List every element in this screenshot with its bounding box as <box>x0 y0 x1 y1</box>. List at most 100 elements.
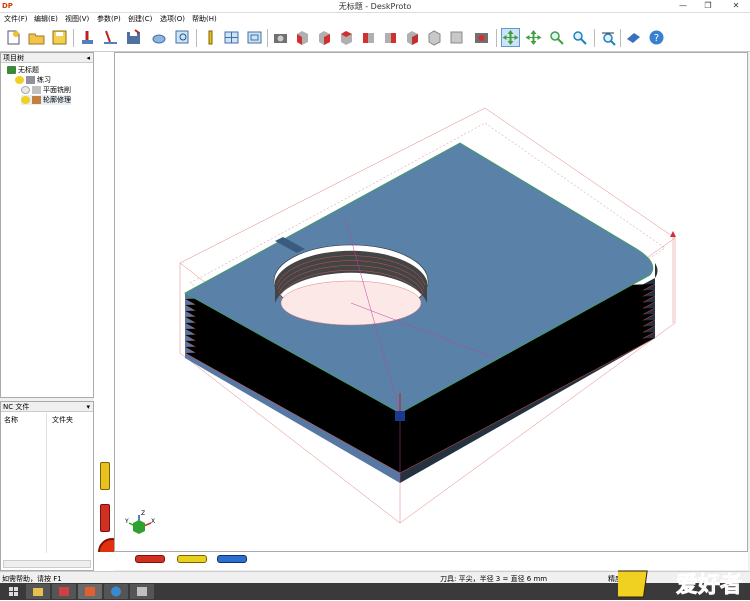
maximize-button[interactable]: ❐ <box>697 0 719 12</box>
move-icon <box>525 30 542 45</box>
grid-button[interactable] <box>222 28 241 47</box>
column-name[interactable]: 名称 <box>4 415 18 425</box>
zoom-100-icon <box>602 32 616 46</box>
axis-y-label: Y <box>124 518 129 525</box>
taskbar-browser-icon[interactable] <box>104 584 128 599</box>
new-button[interactable] <box>4 28 23 47</box>
minimize-button[interactable]: — <box>672 0 694 12</box>
tree-item-operation-planar[interactable]: 平面铣削 <box>21 85 71 95</box>
lightbulb-icon <box>15 76 24 84</box>
nc-file-columns: 名称 文件夹 <box>1 413 93 424</box>
pan-button[interactable] <box>501 28 520 47</box>
view-top-icon <box>385 33 396 43</box>
machine-button[interactable] <box>271 28 290 47</box>
view-front-button[interactable] <box>293 28 312 47</box>
tree-item-operation-contour[interactable]: 轮廓修理 <box>21 95 71 105</box>
save-as-icon <box>127 29 140 44</box>
view-iso-button[interactable] <box>425 28 444 47</box>
pan-icon <box>502 30 519 45</box>
tree-item-part[interactable]: 练习 <box>15 75 51 85</box>
menu-file[interactable]: 文件(F) <box>4 14 28 24</box>
machine-icon <box>274 34 287 43</box>
info-button[interactable] <box>201 28 220 47</box>
operation-icon <box>32 86 41 94</box>
menu-options[interactable]: 选项(O) <box>160 14 185 24</box>
menu-edit[interactable]: 编辑(E) <box>34 14 58 24</box>
view-bottom-icon <box>407 31 418 45</box>
save-button[interactable] <box>50 28 69 47</box>
axis-indicator: Z Y X <box>124 510 155 534</box>
add-part-icon <box>82 31 93 44</box>
view-left-icon <box>341 31 352 45</box>
zoom-part-button[interactable] <box>150 28 169 47</box>
part-icon <box>26 76 35 84</box>
taskbar-explorer-icon[interactable] <box>26 584 50 599</box>
toolbar: ? <box>0 25 750 52</box>
start-icon[interactable] <box>4 584 24 599</box>
zoom-100-button[interactable] <box>599 28 618 47</box>
layer-button-yellow[interactable] <box>177 555 207 563</box>
taskbar-tool-icon[interactable] <box>130 584 154 599</box>
3d-viewport[interactable]: Z Y X <box>114 52 748 552</box>
menu-view[interactable]: 视图(V) <box>65 14 89 24</box>
zoom-window-button[interactable] <box>570 28 589 47</box>
project-tree-panel: 项目树 ◂ 无标题 练习 平面铣削 轮廓修理 <box>0 52 94 398</box>
layer-yellow-icon[interactable] <box>100 462 110 490</box>
dropdown-icon[interactable]: ▾ <box>86 402 90 412</box>
render-icon <box>475 33 488 43</box>
eraser-icon <box>627 33 640 43</box>
part-preview: Z Y X <box>124 107 676 534</box>
view-right-icon <box>363 33 374 43</box>
view-box-button[interactable] <box>447 28 466 47</box>
view-top-button[interactable] <box>381 28 400 47</box>
frame-icon <box>247 31 262 44</box>
view-bottom-button[interactable] <box>403 28 422 47</box>
pin-icon[interactable]: ◂ <box>86 53 90 63</box>
frame-button[interactable] <box>245 28 264 47</box>
hole <box>273 244 429 326</box>
view-back-icon <box>319 31 330 45</box>
lightbulb-icon <box>21 86 30 94</box>
eraser-button[interactable] <box>624 28 643 47</box>
title-bar: DP 无标题 - DeskProto — ❐ ✕ <box>0 0 750 13</box>
toolbar-strip <box>94 52 126 572</box>
menu-bar: 文件(F) 编辑(E) 视图(V) 参数(P) 创建(C) 选项(O) 帮助(H… <box>0 13 750 25</box>
cut-icon <box>104 30 117 44</box>
search-button[interactable] <box>173 28 192 47</box>
svg-text:爱好者: 爱好者 <box>676 572 742 598</box>
svg-text:?: ? <box>654 33 659 44</box>
view-left-button[interactable] <box>337 28 356 47</box>
layer-red-icon[interactable] <box>100 504 110 532</box>
horizontal-scrollbar[interactable] <box>3 560 91 568</box>
help-button[interactable]: ? <box>647 28 666 47</box>
search-icon <box>175 30 189 44</box>
tool-tip <box>395 411 405 421</box>
render-button[interactable] <box>472 28 491 47</box>
open-button[interactable] <box>27 28 46 47</box>
axis-x-label: X <box>151 518 155 525</box>
view-back-button[interactable] <box>315 28 334 47</box>
tree-item-project[interactable]: 无标题 <box>7 65 39 75</box>
menu-parameters[interactable]: 参数(P) <box>97 14 121 24</box>
view-box-icon <box>450 31 463 44</box>
save-icon <box>52 30 67 45</box>
deskproto-window: DP 无标题 - DeskProto — ❐ ✕ 文件(F) 编辑(E) 视图(… <box>0 0 750 600</box>
nc-file-header: NC 文件 ▾ <box>1 402 93 412</box>
layer-button-blue[interactable] <box>217 555 247 563</box>
menu-create[interactable]: 创建(C) <box>128 14 152 24</box>
layer-button-red[interactable] <box>135 555 165 563</box>
column-folder[interactable]: 文件夹 <box>52 415 73 425</box>
project-tree-header: 项目树 ◂ <box>1 53 93 63</box>
view-right-button[interactable] <box>359 28 378 47</box>
zoom-button[interactable] <box>547 28 566 47</box>
menu-help[interactable]: 帮助(H) <box>192 14 217 24</box>
close-button[interactable]: ✕ <box>722 0 750 12</box>
save-as-button[interactable] <box>124 28 143 47</box>
taskbar-app-icon[interactable] <box>52 584 76 599</box>
axis-z-label: Z <box>141 510 145 517</box>
taskbar-deskproto-icon[interactable] <box>78 584 102 599</box>
add-part-button[interactable] <box>78 28 97 47</box>
open-icon <box>28 33 45 45</box>
move-button[interactable] <box>524 28 543 47</box>
cut-button[interactable] <box>101 28 120 47</box>
